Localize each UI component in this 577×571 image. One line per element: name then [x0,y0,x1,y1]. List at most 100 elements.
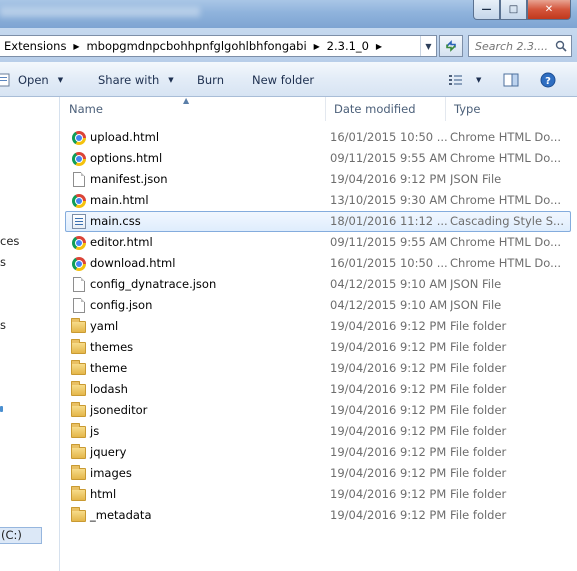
help-icon: ? [540,72,556,88]
maximize-button[interactable]: □ [500,0,527,20]
new-folder-button[interactable]: New folder [252,71,314,89]
command-bar: Open ▼ Share with ▼ Burn New folder ▼ ? [0,62,577,97]
file-type: Chrome HTML Do... [450,235,562,249]
refresh-button[interactable] [439,35,463,57]
file-type: File folder [450,487,507,501]
file-type: Chrome HTML Do... [450,130,562,144]
file-date-modified: 19/04/2016 9:12 PM [330,361,447,375]
navigation-pane[interactable]: ces s s (C:) [0,97,60,571]
file-row[interactable]: main.css 18/01/2016 11:12 ... Cascading St… [65,211,571,232]
file-name: config.json [90,298,153,312]
file-type: File folder [450,508,507,522]
file-row[interactable]: manifest.json 19/04/2016 9:12 PM JSON File [61,169,577,190]
file-date-modified: 19/04/2016 9:12 PM [330,487,447,501]
title-blur [0,7,200,17]
file-row[interactable]: download.html 16/01/2015 10:50 ... Chrome … [61,253,577,274]
file-date-modified: 18/01/2016 11:12 ... [330,214,448,228]
minimize-button[interactable]: — [473,0,500,20]
chevron-down-icon: ▼ [476,76,482,84]
close-button[interactable]: ✕ [527,0,571,20]
file-row[interactable]: jquery 19/04/2016 9:12 PM File folder [61,442,577,463]
column-header-date-modified[interactable]: Date modified [325,97,445,121]
file-name: jsoneditor [90,403,148,417]
chrome-icon [71,151,87,167]
minimize-icon: — [481,4,492,15]
file-row[interactable]: jsoneditor 19/04/2016 9:12 PM File folder [61,400,577,421]
column-header-type[interactable]: Type [445,97,577,121]
column-headers: ▲ Name Date modified Type [61,96,577,121]
chevron-down-icon: ▼ [57,76,64,84]
details-view-icon [449,75,462,85]
file-date-modified: 19/04/2016 9:12 PM [330,403,447,417]
folder-icon [71,360,87,377]
file-row[interactable]: main.html 13/10/2015 9:30 AM Chrome HTML D… [61,190,577,211]
file-name: theme [90,361,128,375]
nav-expand-icon[interactable] [0,406,3,412]
open-button[interactable]: Open ▼ [0,71,63,89]
address-bar[interactable]: Extensions ▶ mbopgmdnpcbohhpnfglgohlbhfo… [0,35,437,57]
file-type: File folder [450,445,507,459]
file-name: main.css [90,214,141,228]
file-row[interactable]: options.html 09/11/2015 9:55 AM Chrome HTM… [61,148,577,169]
file-date-modified: 19/04/2016 9:12 PM [330,508,447,522]
file-row[interactable]: _metadata 19/04/2016 9:12 PM File folder [61,505,577,526]
share-with-button[interactable]: Share with ▼ [98,71,174,89]
burn-button[interactable]: Burn [197,71,224,89]
breadcrumb-extension-id[interactable]: mbopgmdnpcbohhpnfglgohlbhfongabi [82,39,310,53]
file-type: JSON File [450,172,502,186]
file-row[interactable]: html 19/04/2016 9:12 PM File folder [61,484,577,505]
file-name: upload.html [90,130,160,144]
breadcrumb-arrow-icon[interactable]: ▶ [70,42,82,51]
file-row[interactable]: config_dynatrace.json 04/12/2015 9:10 AM J… [61,274,577,295]
change-view-button[interactable]: ▼ [448,71,481,89]
chrome-icon [71,193,87,209]
breadcrumb-arrow-icon[interactable]: ▶ [311,42,323,51]
svg-text:?: ? [545,76,551,87]
nav-item-local-disk[interactable]: (C:) [0,527,42,544]
chrome-icon [71,130,87,146]
file-row[interactable]: yaml 19/04/2016 9:12 PM File folder [61,316,577,337]
file-icon [71,172,87,188]
file-date-modified: 19/04/2016 9:12 PM [330,319,447,333]
new-folder-label: New folder [252,73,315,87]
preview-pane-icon [503,73,519,87]
folder-icon [71,318,87,335]
file-name: config_dynatrace.json [90,277,217,291]
folder-icon [71,444,87,461]
file-row[interactable]: config.json 04/12/2015 9:10 AM JSON File [61,295,577,316]
preview-pane-button[interactable] [503,71,519,89]
breadcrumb-extensions[interactable]: Extensions [0,39,70,53]
address-history-dropdown[interactable]: ▼ [420,36,436,56]
file-date-modified: 19/04/2016 9:12 PM [330,466,447,480]
file-name: download.html [90,256,176,270]
chevron-down-icon: ▼ [425,41,432,51]
file-row[interactable]: images 19/04/2016 9:12 PM File folder [61,463,577,484]
file-name: main.html [90,193,149,207]
file-name: html [90,487,117,501]
search-input[interactable] [469,39,553,53]
breadcrumb-version[interactable]: 2.3.1_0 [323,39,373,53]
chrome-icon [71,235,87,251]
column-header-name[interactable]: Name [61,97,324,121]
nav-item[interactable]: ces [0,234,19,248]
help-button[interactable]: ? [540,71,556,89]
folder-icon [71,402,87,419]
file-row[interactable]: theme 19/04/2016 9:12 PM File folder [61,358,577,379]
file-row[interactable]: lodash 19/04/2016 9:12 PM File folder [61,379,577,400]
file-row[interactable]: themes 19/04/2016 9:12 PM File folder [61,337,577,358]
file-type: Chrome HTML Do... [450,193,562,207]
nav-item[interactable]: s [0,255,6,269]
nav-item[interactable]: s [0,318,6,332]
file-type: File folder [450,361,507,375]
file-date-modified: 04/12/2015 9:10 AM [330,277,448,291]
burn-label: Burn [197,73,224,87]
file-type: File folder [450,466,507,480]
file-name: options.html [90,151,163,165]
search-box[interactable] [468,35,572,57]
file-row[interactable]: upload.html 16/01/2015 10:50 ... Chrome HT… [61,127,577,148]
file-row[interactable]: editor.html 09/11/2015 9:55 AM Chrome HTML… [61,232,577,253]
file-name: _metadata [90,508,152,522]
file-type: Chrome HTML Do... [450,151,562,165]
file-row[interactable]: js 19/04/2016 9:12 PM File folder [61,421,577,442]
breadcrumb-arrow-icon[interactable]: ▶ [373,42,385,51]
